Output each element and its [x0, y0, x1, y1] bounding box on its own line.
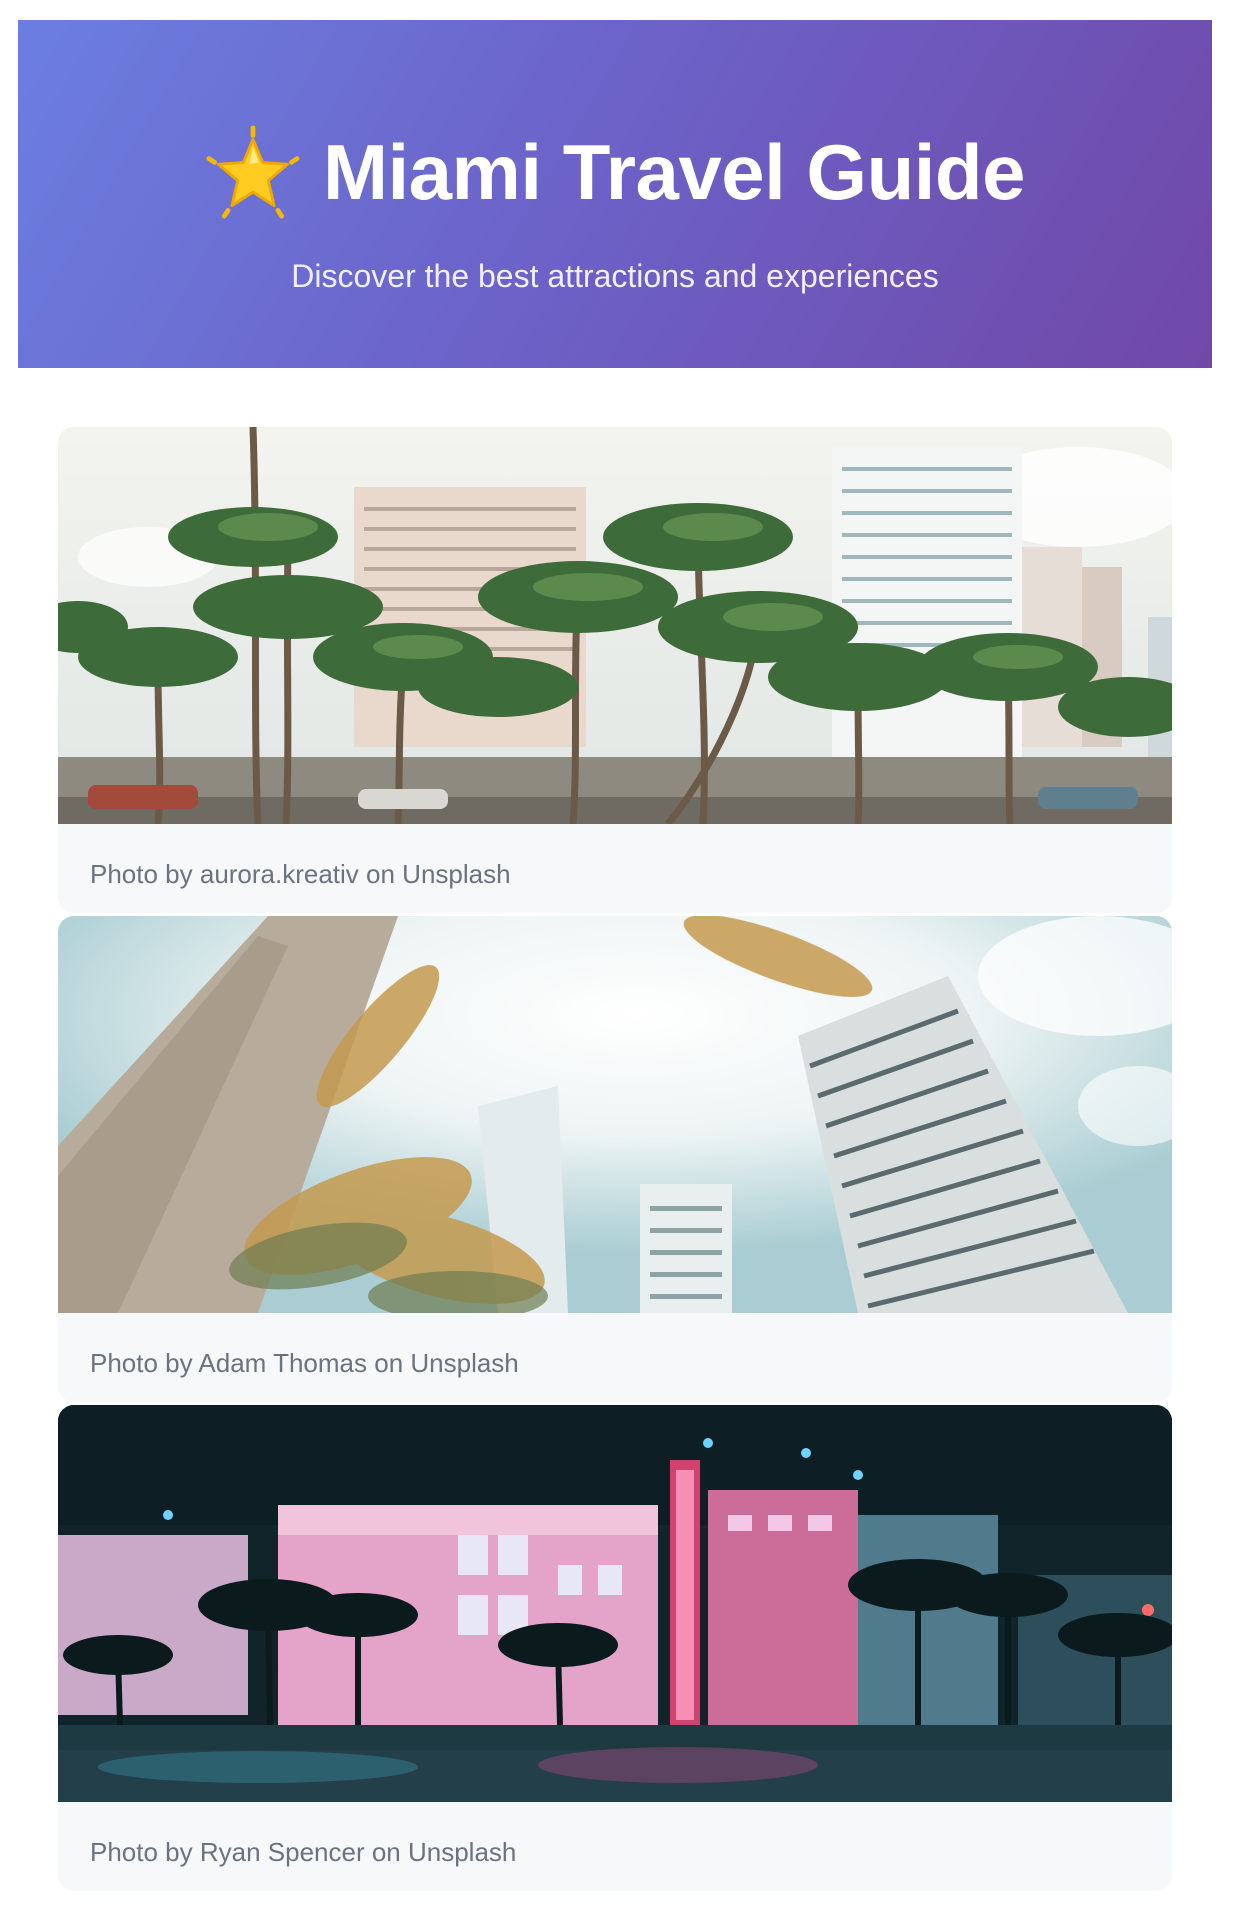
photo-neon-hotel-night [58, 1405, 1172, 1802]
hero-header: Miami Travel Guide Discover the best att… [18, 20, 1212, 368]
photo-credit: Photo by aurora.kreativ on Unsplash [90, 859, 511, 889]
photo-card: Photo by Ryan Spencer on Unsplash [58, 1405, 1172, 1891]
photo-card: Photo by Adam Thomas on Unsplash [58, 916, 1172, 1402]
photo-card: Photo by aurora.kreativ on Unsplash [58, 427, 1172, 913]
photo-palm-trees-skyline [58, 427, 1172, 824]
photo-credit: Photo by Ryan Spencer on Unsplash [90, 1837, 517, 1867]
page-title-row: Miami Travel Guide [18, 124, 1212, 220]
star-icon [205, 124, 301, 220]
photo-credit: Photo by Adam Thomas on Unsplash [90, 1348, 519, 1378]
page-title: Miami Travel Guide [323, 127, 1025, 216]
page-subtitle: Discover the best attractions and experi… [291, 258, 939, 294]
photo-palm-and-high-rises [58, 916, 1172, 1313]
